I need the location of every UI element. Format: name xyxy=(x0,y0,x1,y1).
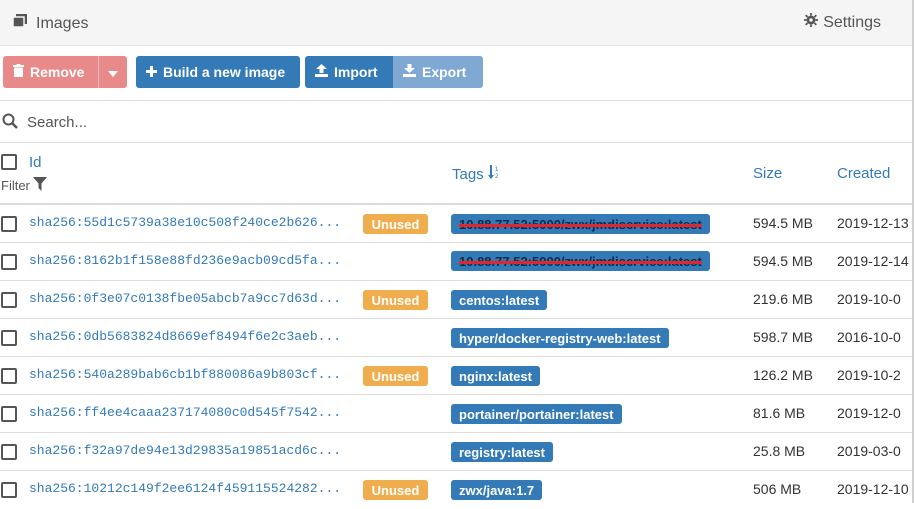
settings-label: Settings xyxy=(823,13,881,31)
search-icon xyxy=(2,113,18,134)
image-created: 2019-12-0 xyxy=(837,405,901,421)
image-id-link[interactable]: sha256:0db5683824d8669ef8494f6e2c3aeb... xyxy=(29,329,341,344)
build-image-button[interactable]: Build a new image xyxy=(136,56,300,88)
import-button[interactable]: Import xyxy=(305,56,393,88)
image-size: 81.6 MB xyxy=(753,405,806,421)
page-title-text: Images xyxy=(36,14,89,32)
image-created: 2019-12-13 xyxy=(837,215,909,231)
remove-dropdown-toggle[interactable] xyxy=(98,56,127,88)
unused-badge: Unused xyxy=(363,366,428,386)
table-row: sha256:8162b1f158e88fd236e9acb09cd5fa...… xyxy=(0,243,914,281)
image-tag: nginx:latest xyxy=(451,366,540,386)
export-button[interactable]: Export xyxy=(393,56,483,88)
image-id-link[interactable]: sha256:ff4ee4caaa237174080c0d545f7542... xyxy=(29,405,341,420)
id-column-header[interactable]: Id xyxy=(29,154,42,171)
image-created: 2019-10-2 xyxy=(837,367,901,383)
row-checkbox[interactable] xyxy=(1,368,17,384)
row-checkbox[interactable] xyxy=(1,330,17,346)
export-label: Export xyxy=(422,64,467,80)
row-checkbox[interactable] xyxy=(1,216,17,232)
image-size: 25.8 MB xyxy=(753,443,806,459)
page-title: Images xyxy=(12,13,88,34)
image-tag: hyper/docker-registry-web:latest xyxy=(451,328,669,348)
image-size: 506 MB xyxy=(753,481,802,497)
image-id-link[interactable]: sha256:55d1c5739a38e10c508f240ce2b626... xyxy=(29,215,341,230)
row-checkbox[interactable] xyxy=(1,482,17,498)
clone-icon xyxy=(12,13,28,34)
table-row: sha256:10212c149f2ee6124f459115524282...… xyxy=(0,471,914,509)
filter-control[interactable]: Filter xyxy=(1,177,47,194)
table-row: sha256:0db5683824d8669ef8494f6e2c3aeb...… xyxy=(0,319,914,357)
gear-icon xyxy=(804,13,819,32)
remove-label: Remove xyxy=(30,64,85,80)
tags-column-header[interactable]: Tags 12 xyxy=(452,165,501,183)
image-tag: 10.88.77.52:5000/zwx/jmdiservice:latest xyxy=(451,251,710,271)
image-size: 594.5 MB xyxy=(753,215,813,231)
image-id-link[interactable]: sha256:10212c149f2ee6124f459115524282... xyxy=(29,481,341,496)
image-created: 2016-10-0 xyxy=(837,329,901,345)
image-id-link[interactable]: sha256:f32a97de94e13d29835a19851acd6c... xyxy=(29,443,341,458)
row-checkbox[interactable] xyxy=(1,406,17,422)
image-size: 219.6 MB xyxy=(753,291,813,307)
unused-badge: Unused xyxy=(363,290,428,310)
table-row: sha256:ff4ee4caaa237174080c0d545f7542...… xyxy=(0,395,914,433)
unused-badge: Unused xyxy=(363,480,428,500)
image-tag: zwx/java:1.7 xyxy=(451,480,543,500)
select-all-checkbox[interactable] xyxy=(1,154,17,170)
tags-header-label: Tags xyxy=(452,165,484,183)
image-id-link[interactable]: sha256:8162b1f158e88fd236e9acb09cd5fa... xyxy=(29,253,341,268)
image-id-link[interactable]: sha256:0f3e07c0138fbe05abcb7a9cc7d63d... xyxy=(29,291,341,306)
sort-icon: 12 xyxy=(487,165,501,183)
plus-icon xyxy=(146,64,157,80)
image-created: 2019-12-14 xyxy=(837,253,909,269)
trash-icon xyxy=(13,64,24,80)
table-row: sha256:0f3e07c0138fbe05abcb7a9cc7d63d...… xyxy=(0,281,914,319)
image-size: 598.7 MB xyxy=(753,329,813,345)
image-tag: registry:latest xyxy=(451,442,553,462)
page-header: Images Settings xyxy=(0,0,914,46)
remove-button[interactable]: Remove xyxy=(3,56,98,88)
table-row: sha256:f32a97de94e13d29835a19851acd6c...… xyxy=(0,433,914,471)
table-row: sha256:55d1c5739a38e10c508f240ce2b626...… xyxy=(0,205,914,243)
image-size: 594.5 MB xyxy=(753,253,813,269)
search-input[interactable] xyxy=(25,109,829,135)
image-size: 126.2 MB xyxy=(753,367,813,383)
image-tag: centos:latest xyxy=(451,290,548,310)
svg-text:2: 2 xyxy=(495,174,499,179)
import-label: Import xyxy=(334,64,378,80)
settings-link[interactable]: Settings xyxy=(804,13,881,32)
image-id-link[interactable]: sha256:540a289bab6cb1bf880086a9b803cf... xyxy=(29,367,341,382)
table-row: sha256:540a289bab6cb1bf880086a9b803cf...… xyxy=(0,357,914,395)
download-icon xyxy=(403,64,416,80)
build-image-label: Build a new image xyxy=(163,64,286,80)
image-created: 2019-03-0 xyxy=(837,443,901,459)
toolbar: Remove Build a new image Import Export xyxy=(0,56,914,89)
upload-icon xyxy=(315,64,328,80)
table-header: Id Filter Tags 12 Size Created xyxy=(0,143,914,205)
row-checkbox[interactable] xyxy=(1,292,17,308)
filter-icon xyxy=(32,177,47,194)
search-bar xyxy=(0,100,914,143)
image-tag: 10.88.77.52:5000/zwx/jmdiservice:latest xyxy=(451,214,710,234)
filter-label: Filter xyxy=(1,178,30,193)
image-created: 2019-12-10 xyxy=(837,481,909,497)
caret-down-icon xyxy=(108,64,118,80)
image-created: 2019-10-0 xyxy=(837,291,901,307)
row-checkbox[interactable] xyxy=(1,254,17,270)
svg-text:1: 1 xyxy=(495,167,499,173)
unused-badge: Unused xyxy=(363,214,428,234)
image-tag: portainer/portainer:latest xyxy=(451,404,622,424)
row-checkbox[interactable] xyxy=(1,444,17,460)
created-column-header[interactable]: Created xyxy=(837,165,890,182)
size-column-header[interactable]: Size xyxy=(753,165,782,182)
